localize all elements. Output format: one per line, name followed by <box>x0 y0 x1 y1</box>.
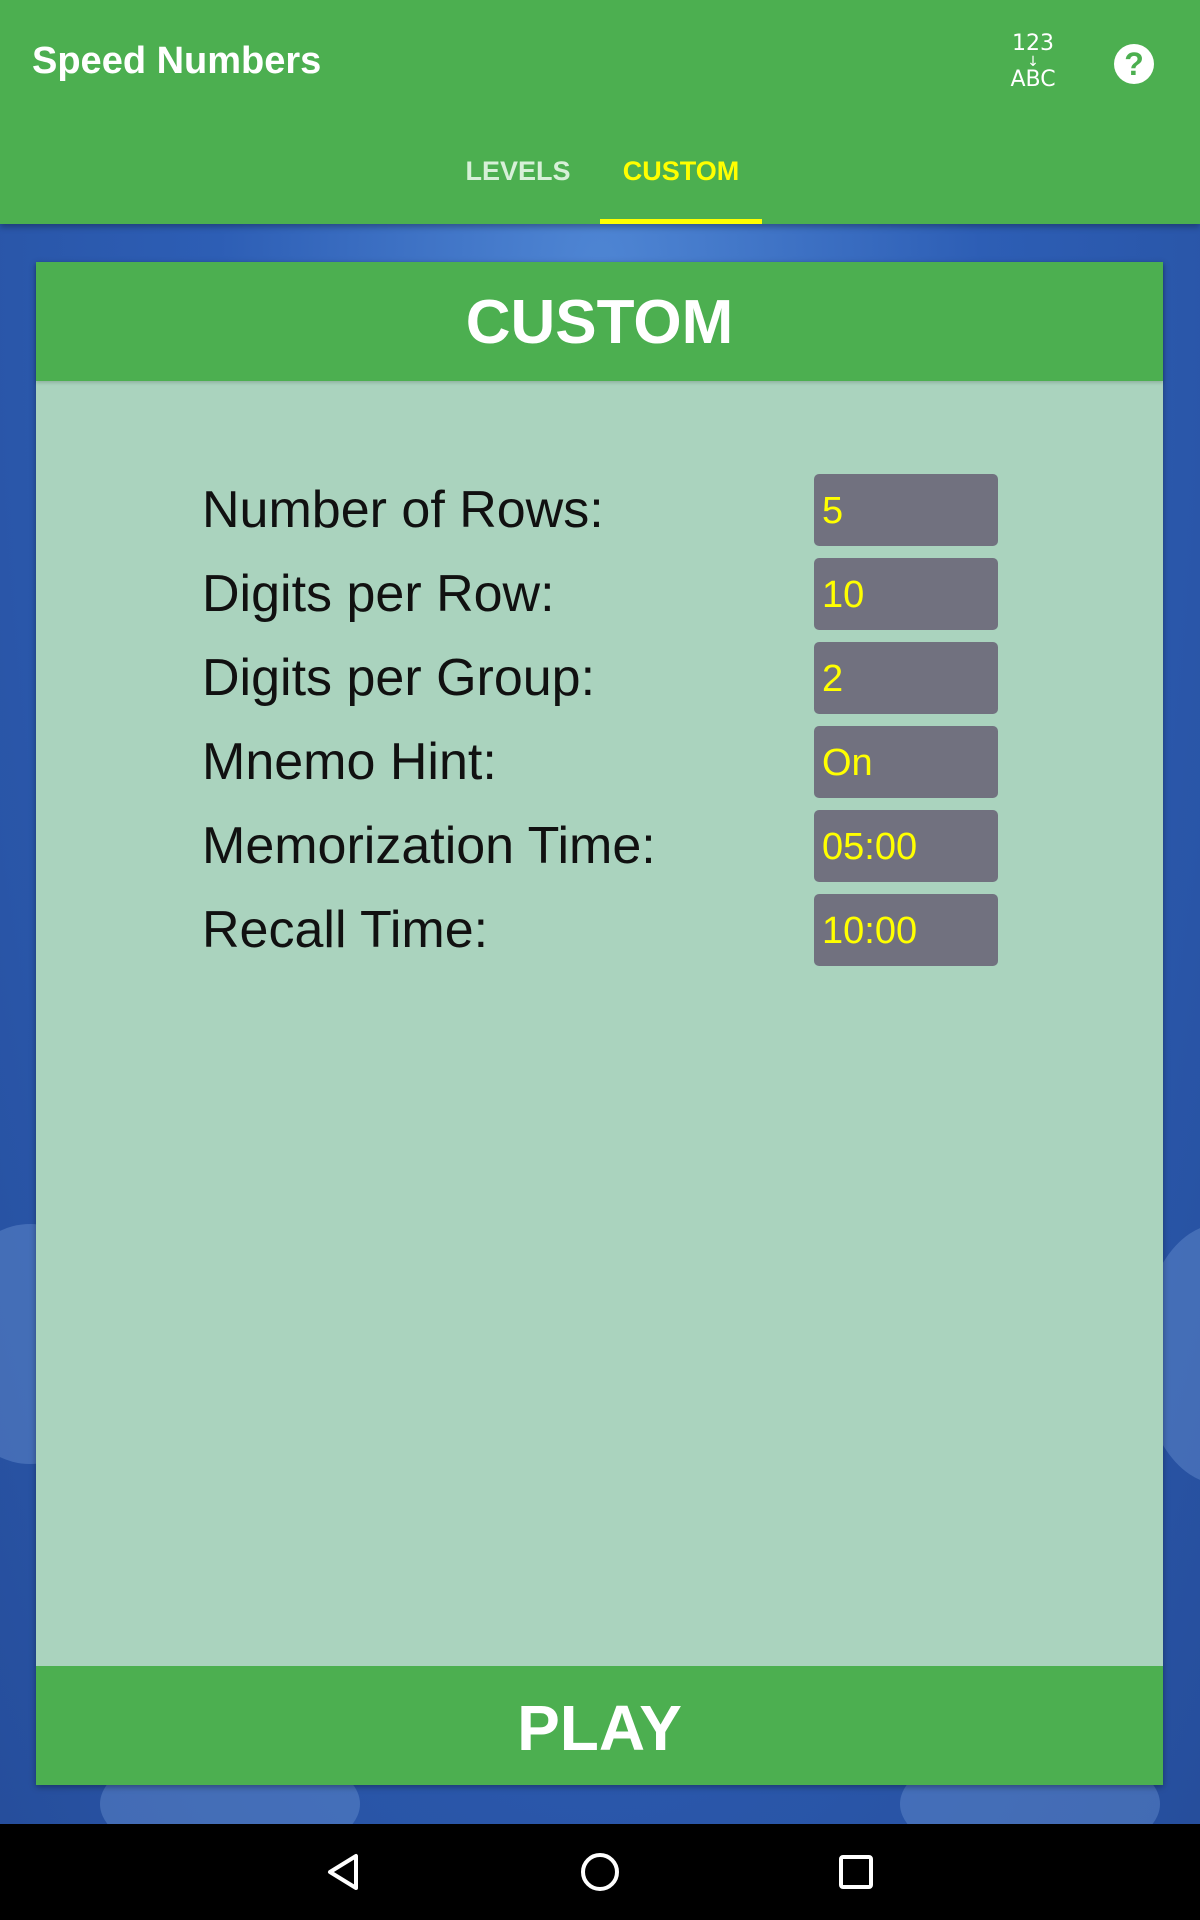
recall-time-field[interactable]: 10:00 <box>814 894 998 966</box>
memorization-time-field[interactable]: 05:00 <box>814 810 998 882</box>
setting-number-of-rows: Number of Rows: 5 <box>36 474 1163 546</box>
recents-icon[interactable] <box>834 1850 878 1894</box>
help-icon[interactable]: ? <box>1114 44 1154 84</box>
sort-numbers-letters-icon[interactable]: 123 ↓ ABC <box>1000 32 1066 100</box>
setting-digits-per-row: Digits per Row: 10 <box>36 558 1163 630</box>
home-icon[interactable] <box>578 1850 622 1894</box>
setting-label: Mnemo Hint: <box>202 733 497 791</box>
mnemo-hint-field[interactable]: On <box>814 726 998 798</box>
tab-indicator <box>600 219 762 224</box>
setting-label: Digits per Row: <box>202 565 555 623</box>
setting-recall-time: Recall Time: 10:00 <box>36 894 1163 966</box>
tab-levels[interactable]: LEVELS <box>456 156 580 224</box>
number-of-rows-field[interactable]: 5 <box>814 474 998 546</box>
setting-mnemo-hint: Mnemo Hint: On <box>36 726 1163 798</box>
setting-label: Digits per Group: <box>202 649 596 707</box>
setting-digits-per-group: Digits per Group: 2 <box>36 642 1163 714</box>
play-button[interactable]: PLAY <box>36 1666 1163 1785</box>
setting-label: Memorization Time: <box>202 817 656 875</box>
digits-per-row-field[interactable]: 10 <box>814 558 998 630</box>
card-title: CUSTOM <box>36 262 1163 381</box>
sort-icon-top: 123 <box>1012 31 1054 56</box>
setting-label: Number of Rows: <box>202 481 604 539</box>
setting-label: Recall Time: <box>202 901 489 959</box>
digits-per-group-field[interactable]: 2 <box>814 642 998 714</box>
sort-icon-bottom: ABC <box>1010 67 1056 92</box>
setting-memorization-time: Memorization Time: 05:00 <box>36 810 1163 882</box>
back-icon[interactable] <box>322 1850 366 1894</box>
app-bar: Speed Numbers 123 ↓ ABC ? LEVELS CUSTOM <box>0 0 1200 224</box>
system-nav-bar <box>0 1824 1200 1920</box>
tab-custom[interactable]: CUSTOM <box>600 156 762 224</box>
custom-settings-card: CUSTOM Number of Rows: 5 Digits per Row:… <box>36 262 1163 1785</box>
app-title: Speed Numbers <box>32 40 322 82</box>
